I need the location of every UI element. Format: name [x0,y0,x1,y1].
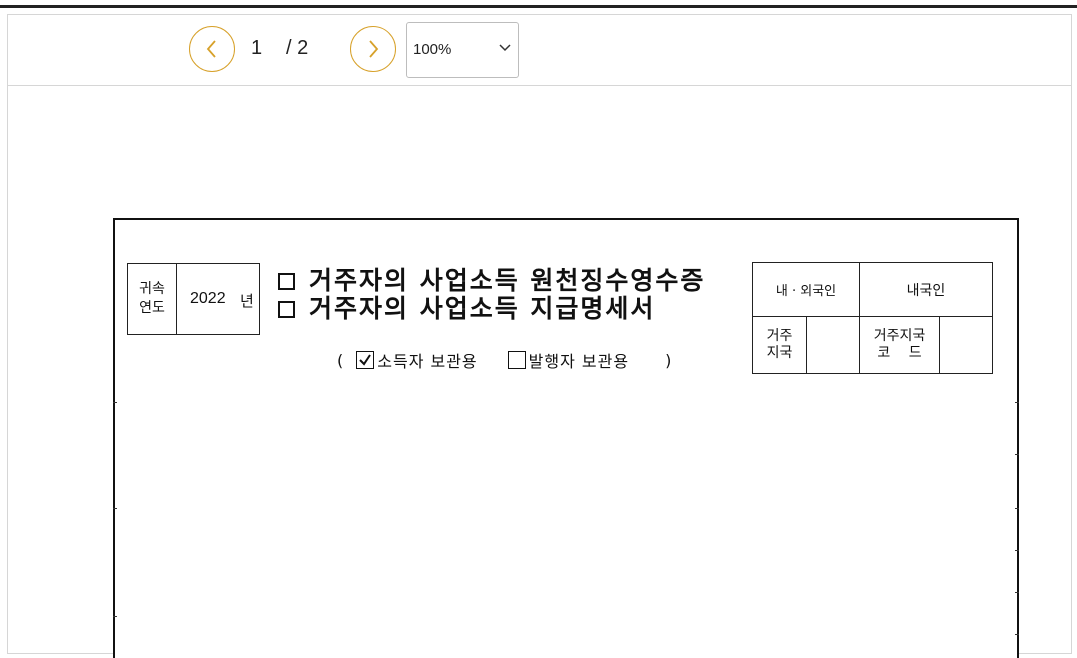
next-page-button[interactable] [350,26,396,72]
copy-paren-close: ) [665,350,673,370]
country-code-line1: 거주지국 [873,328,926,344]
title-line2: 거주자의 사업소득 지급명세서 [309,294,656,323]
chevron-right-icon [369,40,379,58]
chevron-down-icon [499,44,511,52]
edge-tick [1015,402,1019,403]
nationality-value: 내국인 [906,282,946,299]
document-title: 거주자의 사업소득 원천징수영수증 거주자의 사업소득 지급명세서 [278,267,705,323]
title-line1: 거주자의 사업소득 원천징수영수증 [309,266,706,295]
attribution-year-label: 귀속 연도 [128,264,177,334]
year-value: 2022 [190,290,226,307]
prev-page-button[interactable] [189,26,235,72]
chevron-left-icon [206,40,216,58]
total-pages: / 2 [286,37,309,59]
edge-tick [1015,508,1019,509]
nationality-label: 내 · 외국인 [775,284,837,299]
recipient-copy-label: 소득자 보관용 [377,352,478,371]
issuer-copy-checkbox[interactable] [507,351,526,369]
document-page: 귀속 연도 2022 년 거주자의 사업소득 원천징수영수증 거주자의 사업소득… [113,218,1019,658]
edge-tick [113,616,117,617]
residence-country-value [807,317,859,373]
residence-country-line1: 거주 [766,328,793,344]
attribution-year-box: 귀속 연도 2022 년 [127,263,260,335]
copy-paren-open: ( [337,350,345,370]
title-checkbox-receipt [278,272,295,290]
edge-tick [113,402,117,403]
country-code-line2: 코 드 [877,345,922,361]
edge-tick [1015,550,1019,551]
edge-tick [1015,634,1019,635]
year-label-line2: 연도 [139,300,165,316]
copy-type-row: ( 소득자 보관용 발행자 보관용 ) [337,348,672,372]
viewer-toolbar: 1 / 2 100% [8,15,1071,86]
title-checkbox-statement [278,300,295,318]
country-code-value [940,317,992,373]
current-page-number[interactable]: 1 [251,37,262,60]
edge-tick [1015,454,1019,455]
year-unit: 년 [240,292,254,310]
edge-tick [1015,592,1019,593]
recipient-copy-checkbox[interactable] [356,351,375,369]
nationality-table: 내 · 외국인 내국인 거주 지국 거주지국 코 드 [752,262,993,374]
issuer-copy-label: 발행자 보관용 [528,352,630,371]
zoom-value: 100% [413,41,452,58]
country-code-label: 거주지국 코 드 [860,317,939,373]
residence-country-label: 거주 지국 [753,317,806,373]
year-label-line1: 귀속 [139,281,165,297]
checkmark-icon [359,354,372,366]
zoom-select[interactable]: 100% [406,22,519,78]
window-top-rule [0,0,1077,8]
edge-tick [113,508,117,509]
residence-country-line2: 지국 [766,345,793,361]
